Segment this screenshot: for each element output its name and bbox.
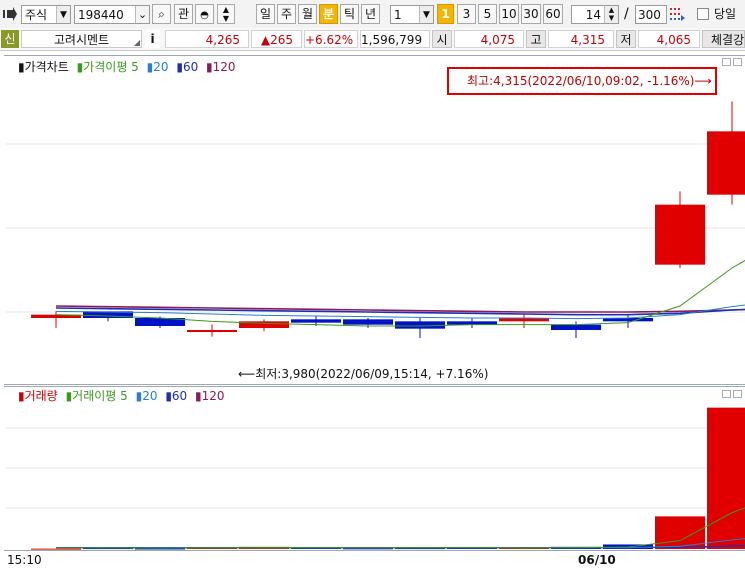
candle-body — [551, 324, 601, 330]
volume-bar — [707, 407, 745, 549]
volume-ma5-line — [55, 507, 745, 549]
volume-bar — [135, 548, 185, 550]
chart-canvas — [6, 101, 745, 550]
candle-body — [395, 321, 445, 329]
candle-body — [187, 330, 237, 332]
candle-body — [343, 319, 393, 325]
volume-bar — [343, 548, 393, 550]
candle-body — [707, 131, 745, 195]
candle-body — [655, 204, 705, 265]
candle-body — [291, 319, 341, 323]
volume-bar — [31, 548, 81, 550]
